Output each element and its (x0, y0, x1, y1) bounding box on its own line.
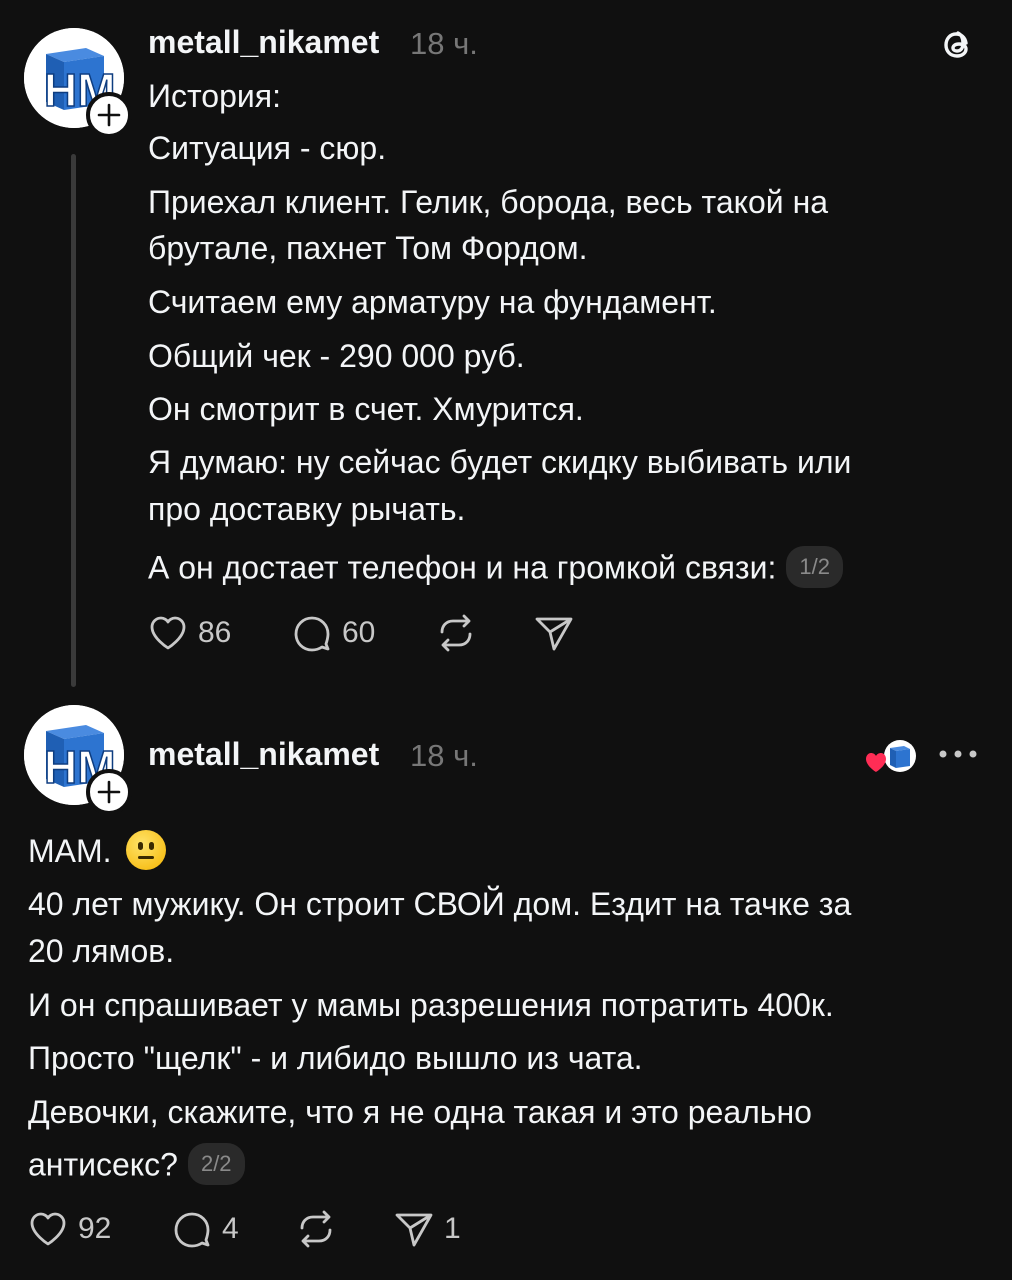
post-text-last: А он достает телефон и на громкой связи: (148, 549, 777, 586)
post-text-line: Просто "щелк" - и либидо вышло из чата. (28, 1040, 643, 1076)
avatar[interactable]: НМ (24, 705, 132, 815)
repost-icon (440, 614, 472, 652)
post-text-line: Приехал клиент. Гелик, борода, весь тако… (148, 184, 829, 220)
thread-line (71, 154, 76, 687)
heart-icon (30, 1212, 66, 1246)
post-time: 18 ч. (410, 26, 478, 61)
page-indicator: 2/2 (187, 1143, 245, 1185)
like-button[interactable]: 86 (148, 614, 231, 652)
repost-icon (300, 1210, 332, 1248)
post-text-line: История: (148, 78, 281, 114)
post-text-line: про доставку рычать. (148, 491, 466, 527)
repost-button[interactable] (296, 1210, 336, 1248)
more-button[interactable] (938, 744, 978, 769)
post-text-last: антисекс? (28, 1146, 178, 1183)
plus-icon (97, 780, 121, 804)
liked-by-author-icon (862, 738, 918, 783)
username[interactable]: metall_nikamet (148, 24, 379, 61)
like-count: 86 (198, 616, 232, 649)
send-icon (395, 1213, 433, 1247)
follow-button[interactable] (86, 92, 132, 138)
post-text-line: И он спрашивает у мамы разрешения потрат… (28, 987, 834, 1023)
comment-button[interactable]: 4 (172, 1210, 239, 1248)
share-button[interactable]: 1 (394, 1210, 461, 1248)
like-button[interactable]: 92 (28, 1210, 111, 1248)
username[interactable]: metall_nikamet (148, 736, 379, 773)
send-icon (535, 617, 573, 651)
post-time: 18 ч. (410, 738, 478, 773)
neutral-face-emoji-icon (126, 829, 167, 870)
more-icon (939, 750, 977, 758)
post-text-line: брутале, пахнет Том Фордом. (148, 230, 588, 266)
post-text-first: МАМ. (28, 833, 112, 869)
post-text-line: Общий чек - 290 000 руб. (148, 338, 525, 374)
comment-icon (294, 616, 330, 652)
heart-icon (150, 616, 186, 650)
post-text-line: 20 лямов. (28, 933, 175, 969)
plus-icon (97, 103, 121, 127)
post-text-line: Он смотрит в счет. Хмурится. (148, 391, 584, 427)
avatar[interactable]: НМ (24, 28, 132, 138)
repost-button[interactable] (436, 614, 476, 652)
page-indicator: 1/2 (786, 546, 843, 588)
comment-count: 60 (342, 616, 376, 649)
post-1: НМ metall_nikamet 18 ч. История: Ситуаци… (0, 0, 1012, 700)
post-text-line: Считаем ему арматуру на фундамент. (148, 284, 717, 320)
post-text-line: 40 лет мужику. Он строит СВОЙ дом. Ездит… (28, 886, 852, 922)
share-button[interactable] (534, 614, 574, 652)
post-text-line: Девочки, скажите, что я не одна такая и … (28, 1094, 812, 1130)
post-text-line: антисекс? 2/2 (28, 1143, 245, 1188)
follow-button[interactable] (86, 769, 132, 815)
comment-count: 4 (222, 1212, 239, 1245)
post-text-line: Ситуация - сюр. (148, 130, 387, 166)
share-count: 1 (444, 1212, 461, 1245)
post-text-line: МАМ. (28, 829, 167, 874)
comment-button[interactable]: 60 (292, 614, 375, 652)
comment-icon (174, 1212, 210, 1248)
post-2: НМ metall_nikamet 18 ч. МАМ. 40 лет мужи… (0, 700, 1012, 1280)
post-text-line: Я думаю: ну сейчас будет скидку выбивать… (148, 444, 852, 480)
post-text-line: А он достает телефон и на громкой связи:… (148, 546, 843, 591)
like-count: 92 (78, 1212, 112, 1245)
